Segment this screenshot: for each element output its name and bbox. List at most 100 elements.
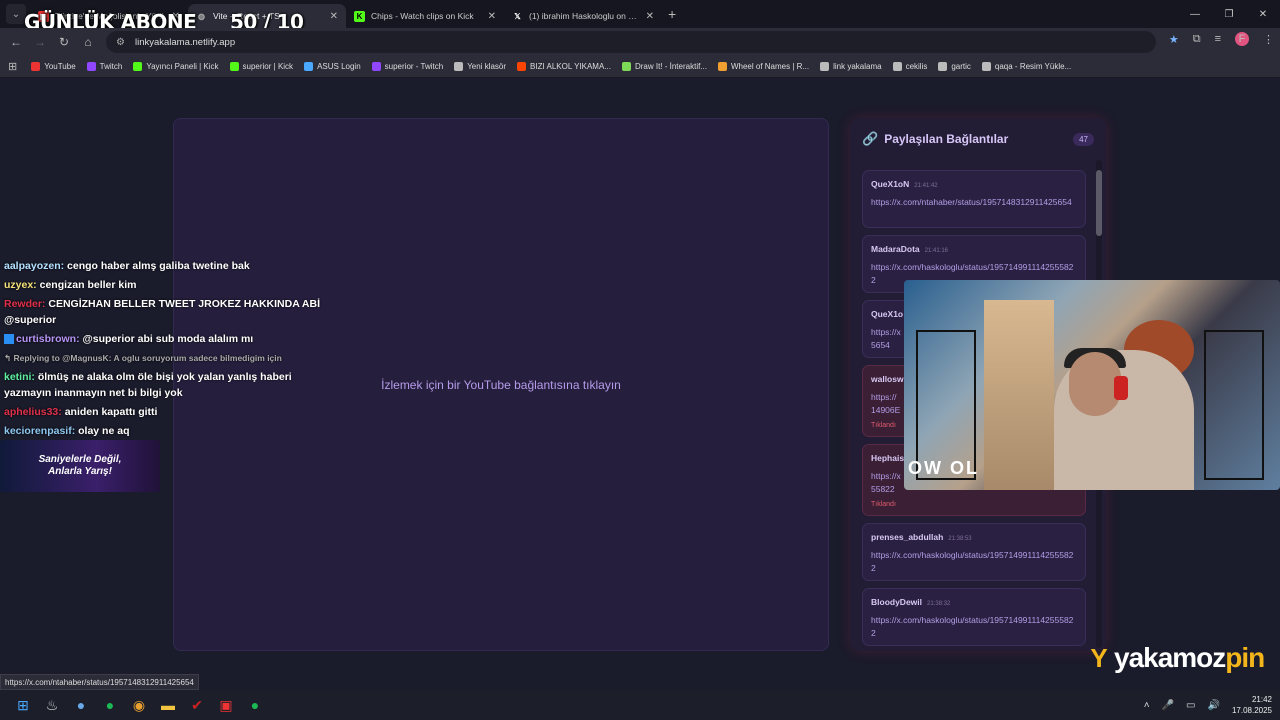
tab-title: (1) ibrahim Haskologlu on X: "J	[529, 11, 640, 21]
panel-title: Paylaşılan Bağlantılar	[884, 132, 1009, 146]
folder-icon[interactable]: ▬	[157, 694, 179, 716]
bookmark-label: qaqa - Resim Yükle...	[994, 62, 1072, 71]
bookmark-item[interactable]: gartic	[938, 62, 971, 71]
bookmark-star-icon[interactable]: ★	[1169, 33, 1179, 46]
bookmark-label: Yayıncı Paneli | Kick	[146, 62, 219, 71]
bookmark-item[interactable]: Yayıncı Paneli | Kick	[133, 62, 219, 71]
mic-icon[interactable]: 🎤	[1162, 700, 1174, 711]
kick-icon	[133, 62, 143, 71]
bookmark-label: Twitch	[99, 62, 123, 71]
chat-message: ↰ Replying to @MagnusK: A oglu soruyorum…	[4, 353, 282, 363]
link-url[interactable]: https://x.com/haskologlu/status/19571499…	[871, 614, 1077, 640]
back-icon[interactable]: ←	[4, 30, 28, 54]
close-icon[interactable]: ✕	[330, 11, 338, 22]
link-time: 21:41:42	[914, 183, 938, 189]
bookmark-label: link yakalama	[833, 62, 882, 71]
restore-icon[interactable]: ❐	[1212, 0, 1246, 28]
draw-icon	[621, 62, 631, 71]
bookmark-label: superior | Kick	[242, 62, 294, 71]
link-url[interactable]: https://x.com/haskologlu/status/19571499…	[871, 549, 1077, 575]
link-user: BloodyDewil	[871, 597, 923, 607]
x-icon: 𝕏	[514, 11, 521, 21]
chat-message: Rewder: CENGİZHAN BELLER TWEET JROKEZ HA…	[4, 296, 329, 328]
spotify-icon-2[interactable]: ●	[244, 694, 266, 716]
chat-text: olay ne aq	[78, 425, 130, 437]
clock[interactable]: 21:42 17.08.2025	[1232, 694, 1272, 716]
monitor-icon[interactable]: ▭	[1186, 700, 1195, 711]
volume-icon[interactable]: 🔊	[1208, 700, 1220, 711]
reload-icon[interactable]: ↻	[52, 30, 76, 54]
bookmark-item[interactable]: YouTube	[31, 62, 76, 71]
bookmark-item[interactable]: Yeni klasör	[454, 62, 506, 71]
kick-icon	[229, 62, 239, 71]
clock-time: 21:42	[1251, 695, 1272, 704]
kick-icon: K	[354, 10, 365, 22]
link-card[interactable]: prenses_abdullah 21:38:53 https://x.com/ha…	[862, 523, 1086, 581]
new-tab-button[interactable]: +	[668, 6, 676, 22]
app-icon-2[interactable]: ✔	[186, 694, 208, 716]
chat-message: aphelius33: aniden kapattı gitti	[4, 404, 329, 420]
menu-icon[interactable]: ⋮	[1263, 33, 1274, 46]
bookmark-item[interactable]: Wheel of Names | R...	[717, 62, 809, 71]
url-field[interactable]: ⚙ linkyakalama.netlify.app	[106, 31, 1156, 53]
tab-search-button[interactable]: ⌄	[6, 4, 26, 24]
brand-logo: Y yakamoz pin	[1084, 640, 1265, 676]
bookmark-label: Draw It! - İnteraktif...	[634, 62, 707, 71]
spotify-icon[interactable]: ●	[99, 694, 121, 716]
system-tray: ˄ 🎤 ▭ 🔊 21:42 17.08.2025	[1144, 690, 1272, 720]
profile-avatar[interactable]: F	[1235, 32, 1249, 46]
start-icon[interactable]: ⊞	[12, 694, 34, 716]
brand-part-2: pin	[1225, 642, 1265, 673]
bookmark-item[interactable]: superior | Kick	[229, 62, 294, 71]
minimize-icon[interactable]: —	[1178, 0, 1212, 28]
chat-text: cengizan beller kim	[39, 279, 137, 291]
badge-icon	[4, 334, 14, 345]
link-time: 21:38:32	[927, 601, 951, 607]
bookmark-item[interactable]: ASUS Login	[304, 62, 361, 71]
bookmark-item[interactable]: BIZI ALKOL YIKAMA...	[517, 62, 611, 71]
bookmark-item[interactable]: superior - Twitch	[371, 62, 443, 71]
promo-line-2: Anlarla Yarış!	[48, 466, 112, 477]
link-card[interactable]: QueX1oN 21:41:42 https://x.com/ntahaber/st…	[862, 170, 1086, 228]
close-icon[interactable]: ✕	[646, 11, 654, 22]
chat-message: uzyex: cengizan beller kim	[4, 277, 329, 293]
bookmark-label: cekilis	[905, 62, 928, 71]
chat-text: @superior abi sub moda alalım mı	[82, 333, 254, 345]
chevron-up-icon[interactable]: ˄	[1144, 700, 1150, 711]
apps-icon[interactable]: ⊞	[8, 60, 17, 73]
media-icon[interactable]: ≡	[1215, 33, 1221, 45]
chat-reply: Replying to @MagnusK: A oglu soruyorum s…	[13, 353, 282, 363]
bookmark-item[interactable]: Draw It! - İnteraktif...	[621, 62, 707, 71]
steam-icon[interactable]: ♨	[41, 694, 63, 716]
app-icon[interactable]: ●	[70, 694, 92, 716]
site-info-icon[interactable]: ⚙	[116, 37, 125, 48]
bookmark-item[interactable]: link yakalama	[820, 62, 882, 71]
chat-user: keciorenpasif:	[4, 425, 76, 437]
chat-user: Rewder:	[4, 298, 46, 310]
promo-banner: Saniyelerle Değil, Anlarla Yarış!	[0, 440, 160, 492]
globe-icon: ◍	[198, 11, 205, 21]
home-icon[interactable]: ⌂	[76, 30, 100, 54]
close-window-icon[interactable]: ✕	[1246, 0, 1280, 28]
close-icon[interactable]: ✕	[488, 11, 496, 22]
bookmark-item[interactable]: cekilis	[892, 62, 928, 71]
forward-icon[interactable]: →	[28, 30, 52, 54]
folder-icon	[454, 62, 464, 71]
link-user: QueX1oN	[871, 179, 910, 189]
tab-3[interactable]: K Chips - Watch clips on Kick ✕	[346, 4, 504, 28]
extensions-icon[interactable]: ⧉	[1193, 33, 1201, 46]
clock-date: 17.08.2025	[1231, 706, 1272, 715]
chat-message: curtisbrown: @superior abi sub moda alal…	[4, 331, 329, 347]
link-card[interactable]: BloodyDewil 21:38:32 https://x.com/haskolo…	[862, 588, 1086, 646]
tab-title: Chips - Watch clips on Kick	[371, 11, 474, 21]
window-controls: — ❐ ✕	[1178, 0, 1280, 28]
tab-4[interactable]: 𝕏 (1) ibrahim Haskologlu on X: "J ✕	[504, 4, 662, 28]
link-url[interactable]: https://x.com/ntahaber/status/1957148312…	[871, 196, 1077, 209]
obs-icon[interactable]: ▣	[215, 694, 237, 716]
link-user: QueX1o	[871, 309, 904, 319]
chrome-icon[interactable]: ◉	[128, 694, 150, 716]
bookmark-item[interactable]: qaqa - Resim Yükle...	[981, 62, 1072, 71]
bookmark-item[interactable]: Twitch	[86, 62, 123, 71]
neon-sign: OW OL	[908, 458, 979, 478]
scroll-thumb[interactable]	[1096, 170, 1102, 236]
